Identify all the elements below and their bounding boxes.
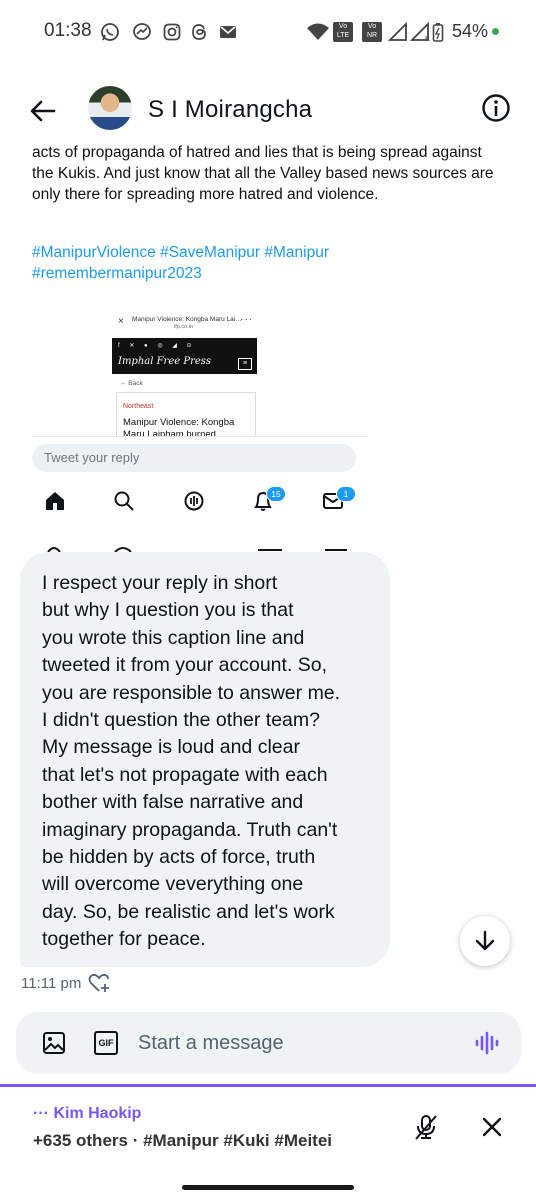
- space-host: ··· Kim Haokip: [33, 1105, 142, 1122]
- threads-icon: [192, 24, 206, 40]
- notifications-badge: 15: [266, 486, 286, 502]
- whatsapp-icon: [101, 23, 119, 41]
- volte-icon: Vo LTE: [333, 22, 353, 42]
- avatar[interactable]: [88, 86, 132, 130]
- status-dot: [492, 28, 499, 35]
- svg-text:R: R: [425, 35, 430, 42]
- scroll-down-button[interactable]: [460, 916, 510, 966]
- social-icons: f ✕ ● ◎ ◢ ⊙: [118, 343, 196, 349]
- tweet-hashtags: #ManipurViolence #SaveManipur #Manipur #…: [32, 244, 329, 282]
- image-icon[interactable]: [42, 1031, 66, 1055]
- voice-message-icon[interactable]: [474, 1030, 500, 1056]
- reply-placeholder: Tweet your reply: [44, 450, 140, 465]
- space-mini-player[interactable]: ··· Kim Haokip +635 others · #Manipur #K…: [0, 1087, 536, 1200]
- gif-label: GIF: [98, 1038, 114, 1048]
- back-arrow-icon[interactable]: [26, 94, 60, 128]
- message-timestamp: 11:11 pm: [21, 975, 82, 992]
- signal-icon-2: R: [410, 22, 430, 42]
- arrow-down-icon: [475, 930, 495, 951]
- thumbnail-card: Northeast Manipur Violence: Kongba Maru …: [116, 392, 256, 436]
- messenger-icon: [133, 23, 151, 40]
- space-host-name: Kim Haokip: [53, 1105, 142, 1122]
- thumbnail-banner: f ✕ ● ◎ ◢ ⊙ Imphal Free Press ≡: [112, 338, 257, 374]
- gmail-icon: [220, 26, 236, 38]
- battery-icon: [432, 23, 444, 42]
- tweet-text: acts of propaganda of hatred and lies th…: [32, 144, 494, 203]
- messages-badge: 1: [336, 486, 356, 502]
- info-icon[interactable]: [480, 92, 512, 124]
- divider: [32, 436, 368, 437]
- close-icon[interactable]: [480, 1115, 504, 1139]
- heart-plus-icon[interactable]: [88, 972, 110, 994]
- link-thumbnail: × Manipur Violence: Kongba Maru Laipham.…: [112, 314, 262, 436]
- mic-off-icon[interactable]: [412, 1113, 440, 1141]
- wifi-icon: [307, 23, 329, 40]
- menu-icon: ≡: [238, 358, 252, 370]
- thumbnail-back: ← Back: [120, 380, 143, 387]
- masthead: Imphal Free Press: [118, 356, 212, 367]
- tweet-reply-box: Tweet your reply: [32, 444, 356, 472]
- more-icon: ···: [240, 314, 253, 325]
- thumbnail-topbar: × Manipur Violence: Kongba Maru Laipham.…: [112, 314, 262, 334]
- thumbnail-category: Northeast: [123, 403, 154, 410]
- cropped-navbar-fragment: [47, 547, 347, 552]
- close-icon: ×: [118, 316, 124, 327]
- spaces-icon: [184, 491, 204, 511]
- message-bubble[interactable]: I respect your reply in short but why I …: [20, 552, 390, 967]
- signal-icon: [388, 22, 407, 41]
- thumbnail-title: Manipur Violence: Kongba Maru Laipham...: [132, 316, 242, 323]
- chat-header: S I Moirangcha: [0, 78, 536, 142]
- battery-percent: 54%: [452, 21, 489, 41]
- thumbnail-headline: Manipur Violence: Kongba Maru Laipham bu…: [123, 417, 235, 436]
- message-composer: GIF: [16, 1012, 521, 1074]
- thumbnail-domain: ifp.co.in: [174, 324, 193, 330]
- contact-name[interactable]: S I Moirangcha: [148, 96, 312, 124]
- gif-button[interactable]: GIF: [94, 1031, 118, 1055]
- home-icon: [46, 492, 64, 510]
- shared-image[interactable]: acts of propaganda of hatred and lies th…: [0, 142, 536, 552]
- search-icon: [114, 491, 134, 511]
- gesture-handle[interactable]: [182, 1185, 354, 1190]
- instagram-icon: [163, 23, 181, 41]
- message-text: I respect your reply in short but why I …: [42, 572, 341, 951]
- status-bar: 01:38 Vo LTE Vo NR R 54%: [0, 0, 536, 64]
- status-time: 01:38: [44, 20, 92, 41]
- message-input[interactable]: [134, 1028, 462, 1058]
- space-listeners: +635 others · #Manipur #Kuki #Meitei: [33, 1131, 333, 1150]
- volte-nr-icon: Vo NR: [362, 22, 382, 42]
